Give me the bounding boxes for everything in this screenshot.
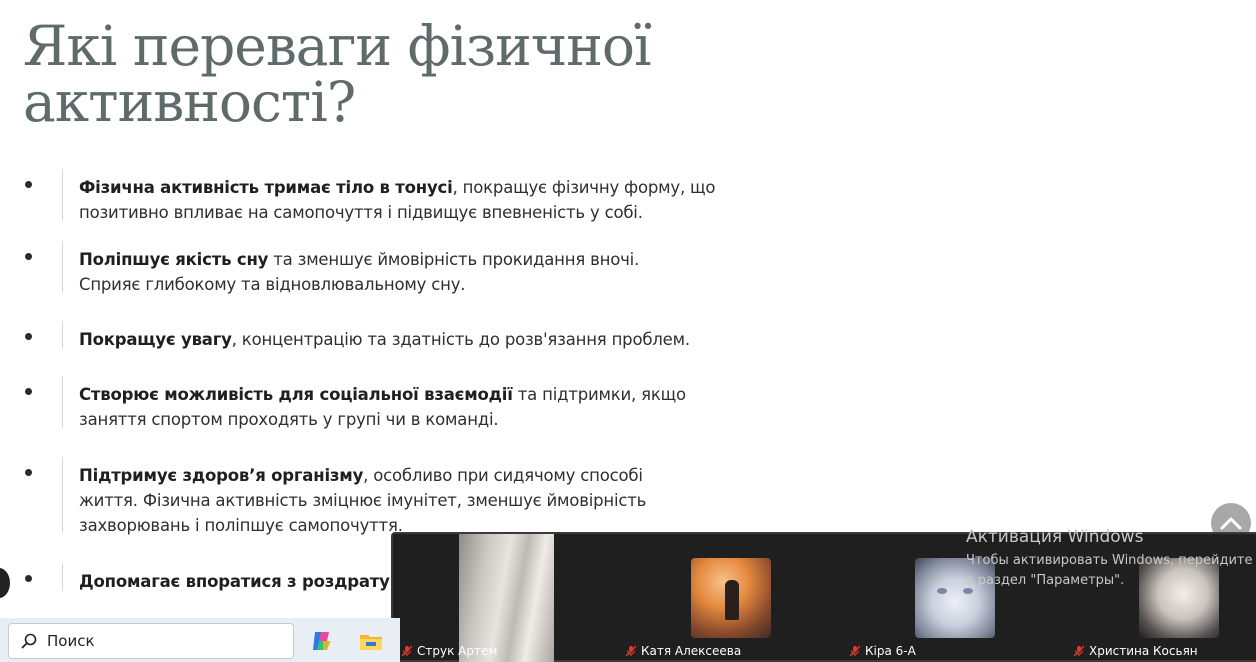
copilot-icon[interactable] [309,628,335,654]
participant-name: Христина Косьян [1089,644,1198,658]
bullet-divider [62,376,63,428]
taskbar-search-box[interactable]: Поиск [8,623,294,659]
bullet-line2: позитивно впливає на самопочуття і підви… [79,203,643,222]
search-placeholder: Поиск [47,632,95,650]
bullet-divider [62,563,63,591]
bullet-dot [25,333,32,340]
file-explorer-icon[interactable] [358,628,384,654]
participant-name: Кіра 6-А [865,644,916,658]
bullet-rest: , особливо при сидячому способі [363,466,643,485]
video-panel: Струк Артем Катя Алексеева Кіра 6-А Хрис… [391,532,1256,662]
bullet-bold: Покращує увагу [79,330,232,349]
bullet-divider [62,241,63,293]
bullet-rest: , концентрацію та здатність до розв'язан… [231,330,690,349]
bullet-rest: , покращує фізичну форму, що [452,178,716,197]
participant-name: Катя Алексеева [641,644,742,658]
participant-name-bar: Христина Косьян [1073,644,1198,658]
participant-video [459,534,554,662]
bullet-bold: Створює можливість для соціальної взаємо… [79,385,513,404]
bullet-text: Покращує увагу, концентрацію та здатніст… [79,327,719,352]
bullet-bold: Підтримує здоров’я організму [79,466,364,485]
participant-tile[interactable]: Катя Алексеева [617,534,841,662]
bullet-bold: Поліпшує якість сну [79,250,269,269]
participant-name: Струк Артем [417,644,498,658]
bullet-dot [25,469,32,476]
taskbar: Поиск [0,618,400,662]
mic-off-icon [625,645,637,657]
search-icon [21,633,37,649]
bullet-text: Поліпшує якість сну та зменшує ймовірніс… [79,247,719,297]
participant-name-bar: Кіра 6-А [849,644,916,658]
bullet-dot [25,388,32,395]
bullet-divider [62,321,63,349]
bullet-dot [25,575,32,582]
bullet-bold: Фізична активність тримає тіло в тонусі [79,178,453,197]
bullet-text: Створює можливість для соціальної взаємо… [79,382,719,432]
participant-tile[interactable]: Христина Косьян [1065,534,1256,662]
bullet-line2: заняття спортом проходять у групі чи в к… [79,410,499,429]
participant-avatar [915,558,995,638]
bullet-bold: Допомагає впоратися з роздратува [79,572,411,591]
participant-avatar [1139,558,1219,638]
mic-off-icon [849,645,861,657]
bullet-rest: та зменшує ймовірність прокидання вночі. [268,250,640,269]
participant-avatar [691,558,771,638]
bullet-rest: та підтримки, якщо [512,385,686,404]
participant-name-bar: Струк Артем [401,644,497,658]
chevron-up-icon [1220,517,1242,530]
bullet-dot [25,253,32,260]
bullet-line2: Сприяє глибокому та відновлювальному сну… [79,275,466,294]
mic-off-icon [1073,645,1085,657]
bullet-dot [25,181,32,188]
bullet-text: Підтримує здоров’я організму, особливо п… [79,463,719,538]
participant-name-bar: Катя Алексеева [625,644,741,658]
bullet-divider [62,457,63,533]
bullet-text: Фізична активність тримає тіло в тонусі,… [79,175,719,225]
bullet-line2: життя. Фізична активність зміцнює імуніт… [79,491,647,510]
participant-tile[interactable]: Кіра 6-А [841,534,1065,662]
participant-tile[interactable]: Струк Артем [393,534,617,662]
mic-off-icon [401,645,413,657]
bullet-divider [62,169,63,221]
bullet-line3: захворювань і поліпшує самопочуття. [79,516,403,535]
